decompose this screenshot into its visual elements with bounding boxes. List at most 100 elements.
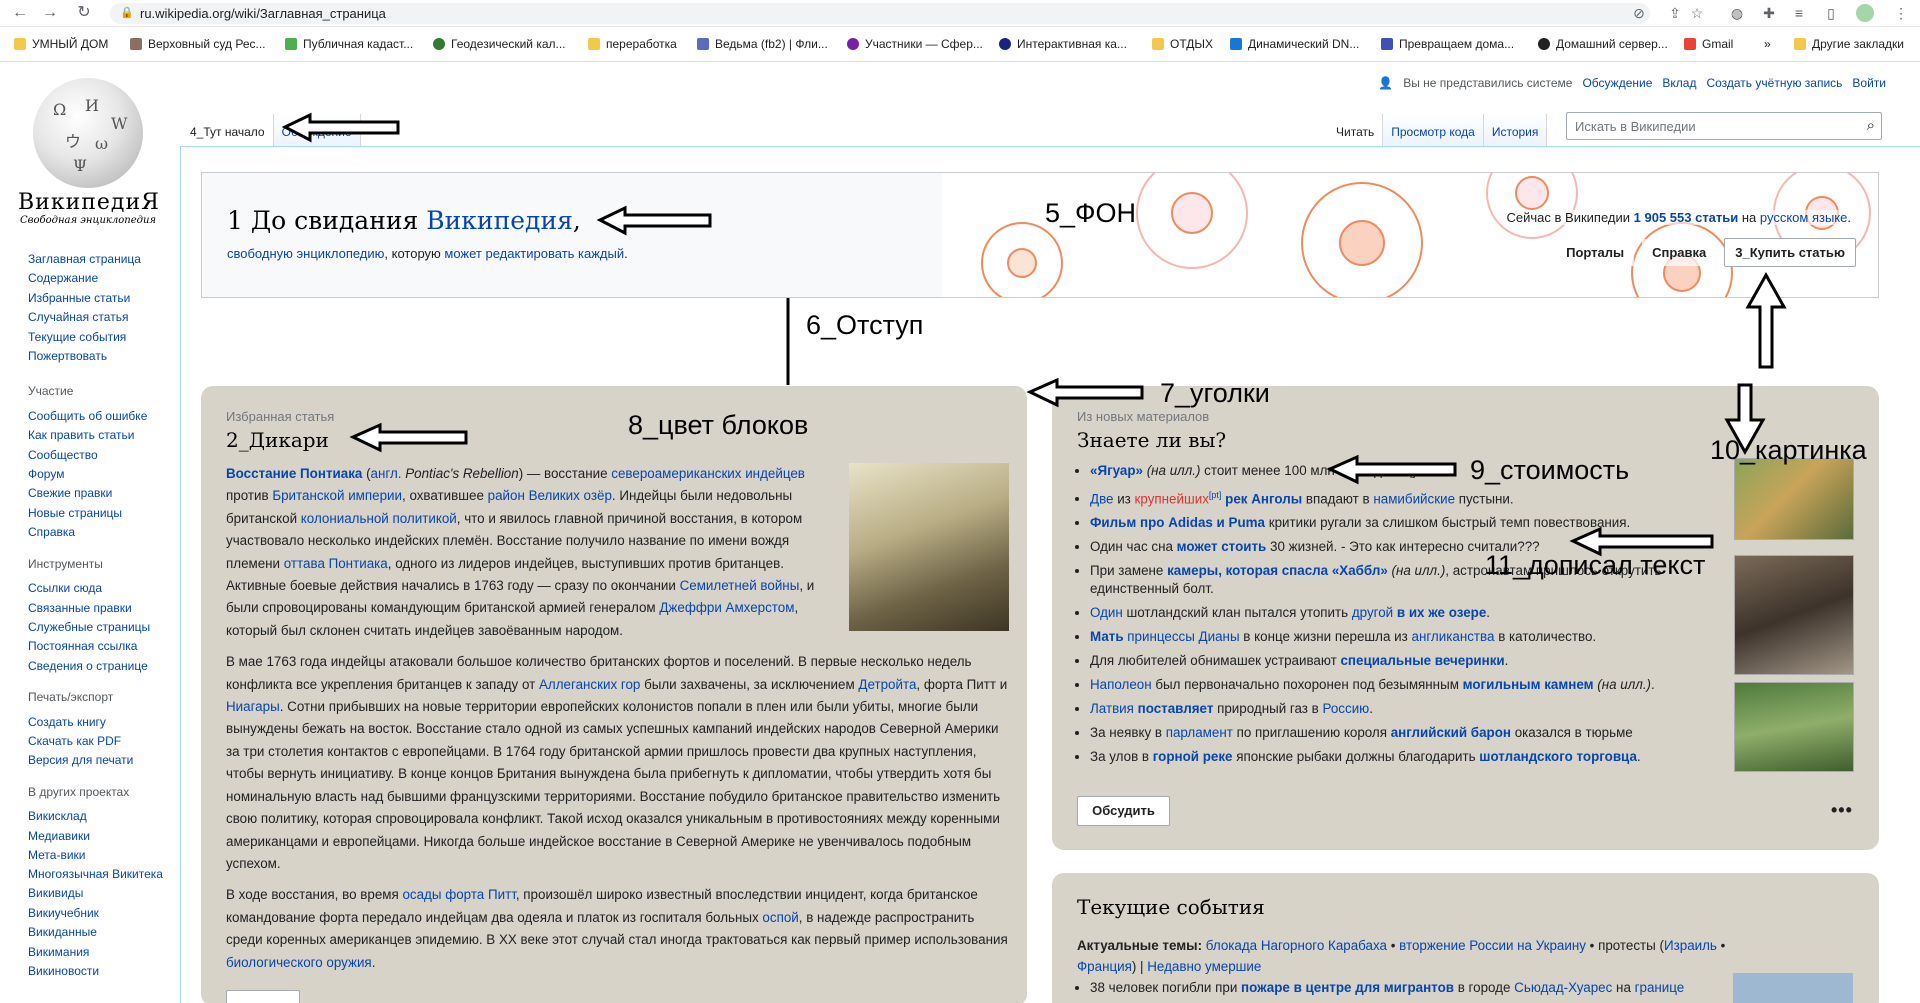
buy-article-button[interactable]: 3_Купить статью xyxy=(1724,238,1856,267)
hubble-camera-image[interactable] xyxy=(1734,555,1854,675)
tab-history[interactable]: История xyxy=(1483,114,1548,146)
url-text: ru.wikipedia.org/wiki/Заглавная_страница xyxy=(140,6,386,21)
sidebar-item[interactable]: Как править статьи xyxy=(28,426,178,445)
count-link[interactable]: 1 905 553 статьи xyxy=(1634,210,1739,225)
bookmark[interactable]: УМНЫЙ ДОМ xyxy=(14,37,108,51)
eye-off-icon[interactable]: ⊘ xyxy=(1630,4,1648,22)
site-icon xyxy=(433,38,445,50)
banner-subtitle: свободную энциклопедию, которую может ре… xyxy=(227,246,628,261)
create-account-link[interactable]: Создать учётную запись xyxy=(1706,76,1842,90)
bookmark[interactable]: Ведьма (fb2) | Фли... xyxy=(697,37,828,51)
more-bookmarks[interactable]: » xyxy=(1764,37,1771,51)
bookmark[interactable]: Интерактивная ка... xyxy=(999,37,1127,51)
sidebar-item[interactable]: Заглавная страница xyxy=(28,250,178,269)
sidebar-item[interactable]: Скачать как PDF xyxy=(28,732,178,751)
napoleon-grave-image[interactable] xyxy=(1734,682,1854,772)
more-options-icon[interactable]: ••• xyxy=(1831,800,1853,821)
language-link[interactable]: русском языке xyxy=(1760,210,1847,225)
sidebar-item[interactable]: Сведения о странице xyxy=(28,657,178,676)
bookmark[interactable]: Превращаем дома... xyxy=(1381,37,1514,51)
search-icon[interactable]: ⌕ xyxy=(1867,117,1875,134)
sidebar-item[interactable]: Справка xyxy=(28,523,178,542)
list-item: Один шотландский клан пытался утопить др… xyxy=(1090,604,1710,622)
bookmark[interactable]: ОТДЫХ xyxy=(1152,37,1213,51)
sidebar-item[interactable]: Многоязычная Викитека xyxy=(28,868,178,881)
bookmark[interactable]: Gmail xyxy=(1684,37,1733,51)
bookmark[interactable]: Публичная кадаст... xyxy=(285,37,413,51)
jaguar-image[interactable] xyxy=(1734,458,1854,540)
sidebar-item[interactable]: Служебные страницы xyxy=(28,618,178,637)
sidebar-item[interactable]: Викиучебник xyxy=(28,904,178,923)
star-icon[interactable]: ☆ xyxy=(1688,4,1706,22)
sidebar-item[interactable]: Викимания xyxy=(28,943,178,962)
free-encyclopedia-link[interactable]: свободную энциклопедию xyxy=(227,246,384,261)
bookmark[interactable]: Участники — Сфер... xyxy=(847,37,983,51)
back-icon[interactable]: ← xyxy=(10,3,30,23)
flower-background xyxy=(942,173,1878,297)
sidebar-item[interactable]: Ссылки сюда xyxy=(28,579,178,598)
sidebar-item[interactable]: Случайная статья xyxy=(28,308,178,327)
bookmark[interactable]: Домашний сервер... xyxy=(1538,37,1668,51)
sidebar-item[interactable]: Свежие правки xyxy=(28,484,178,503)
share-icon[interactable]: ⇪ xyxy=(1666,4,1684,22)
sidebar-item[interactable]: Содержание xyxy=(28,269,178,288)
sidebar-item[interactable]: Версия для печати xyxy=(28,751,178,770)
tab-read[interactable]: Читать xyxy=(1328,114,1384,146)
sidebar-item[interactable]: Текущие события xyxy=(28,328,178,347)
bookmark[interactable]: Верховный суд Рес... xyxy=(130,37,266,51)
reload-icon[interactable]: ↻ xyxy=(74,3,94,23)
tab-page[interactable]: 4_Тут начало xyxy=(182,114,274,146)
bookmark[interactable]: Другие закладки xyxy=(1794,37,1904,51)
sidebar-item[interactable]: Викиновости xyxy=(28,962,178,981)
profile-icon[interactable] xyxy=(1856,4,1874,22)
more-button[interactable] xyxy=(226,990,300,1003)
sidebar-item[interactable]: Мета-вики xyxy=(28,846,178,865)
list-item: За неявку в парламент по приглашению кор… xyxy=(1090,724,1710,742)
tab-view-source[interactable]: Просмотр кода xyxy=(1383,114,1484,146)
sidebar-item[interactable]: Новые страницы xyxy=(28,504,178,523)
sidebar-item[interactable]: Викисклад xyxy=(28,807,178,826)
contribs-link[interactable]: Вклад xyxy=(1662,76,1696,90)
site-icon xyxy=(697,38,709,50)
sidebar-heading: Участие xyxy=(28,384,74,399)
extensions-icon[interactable]: ✚ xyxy=(1760,4,1778,22)
translate-icon[interactable]: ◍ xyxy=(1728,4,1746,22)
globe-icon: ΩИW ウωΨ xyxy=(33,78,143,188)
sidebar-item[interactable]: Форум xyxy=(28,465,178,484)
login-link[interactable]: Войти xyxy=(1852,76,1886,90)
sidebar-item[interactable]: Избранные статьи xyxy=(28,289,178,308)
help-button[interactable]: Справка xyxy=(1642,239,1717,266)
anyone-can-edit-link[interactable]: может редактировать каждый xyxy=(444,246,624,261)
discuss-button[interactable]: Обсудить xyxy=(1077,796,1170,826)
menu-icon[interactable]: ⋮ xyxy=(1892,4,1910,22)
sidebar-item[interactable]: Сообщить об ошибке xyxy=(28,407,178,426)
address-bar[interactable]: 🔒 ru.wikipedia.org/wiki/Заглавная_страни… xyxy=(110,3,1650,24)
bookmark[interactable]: Геодезический кал... xyxy=(433,37,566,51)
sidebar-item[interactable]: Создать книгу xyxy=(28,713,178,732)
browser-toolbar: ← → ↻ 🔒 ru.wikipedia.org/wiki/Заглавная_… xyxy=(0,0,1920,27)
talk-link[interactable]: Обсуждение xyxy=(1582,76,1652,90)
sidebar-item[interactable]: Медиавики xyxy=(28,827,178,846)
tab-talk[interactable]: Обсуждение xyxy=(273,114,361,146)
search-input[interactable]: Искать в Википедии ⌕ xyxy=(1566,112,1882,140)
logo-tagline: Свободная энциклопедия xyxy=(19,215,157,226)
bookmark[interactable]: Динамический DN... xyxy=(1230,37,1359,51)
sidebar-item[interactable]: Постоянная ссылка xyxy=(28,637,178,656)
sidebar-item[interactable]: Пожертвовать xyxy=(28,347,178,366)
featured-image[interactable] xyxy=(849,463,1009,631)
site-icon xyxy=(1381,38,1393,50)
forward-icon[interactable]: → xyxy=(40,3,60,23)
site-icon xyxy=(999,38,1011,50)
sidebar-item[interactable]: Сообщество xyxy=(28,446,178,465)
media-icon[interactable]: ≡ xyxy=(1790,4,1808,22)
portals-button[interactable]: Порталы xyxy=(1556,239,1635,266)
bookmark[interactable]: переработка xyxy=(588,37,677,51)
dyk-list: «Ягуар» (на илл.) стоит менее 100 млн $ … xyxy=(1090,462,1710,772)
sidebar-item[interactable]: Викиданные xyxy=(28,923,178,942)
wikipedia-link[interactable]: Википедия xyxy=(426,206,573,235)
news-image[interactable] xyxy=(1733,973,1853,1003)
sidepanel-icon[interactable]: ▯ xyxy=(1822,4,1840,22)
sidebar-item[interactable]: Связанные правки xyxy=(28,599,178,618)
sidebar-item[interactable]: Викивиды xyxy=(28,884,178,903)
wikipedia-logo[interactable]: ΩИW ウωΨ ВикипедиЯ Свободная энциклопедия xyxy=(18,78,159,226)
